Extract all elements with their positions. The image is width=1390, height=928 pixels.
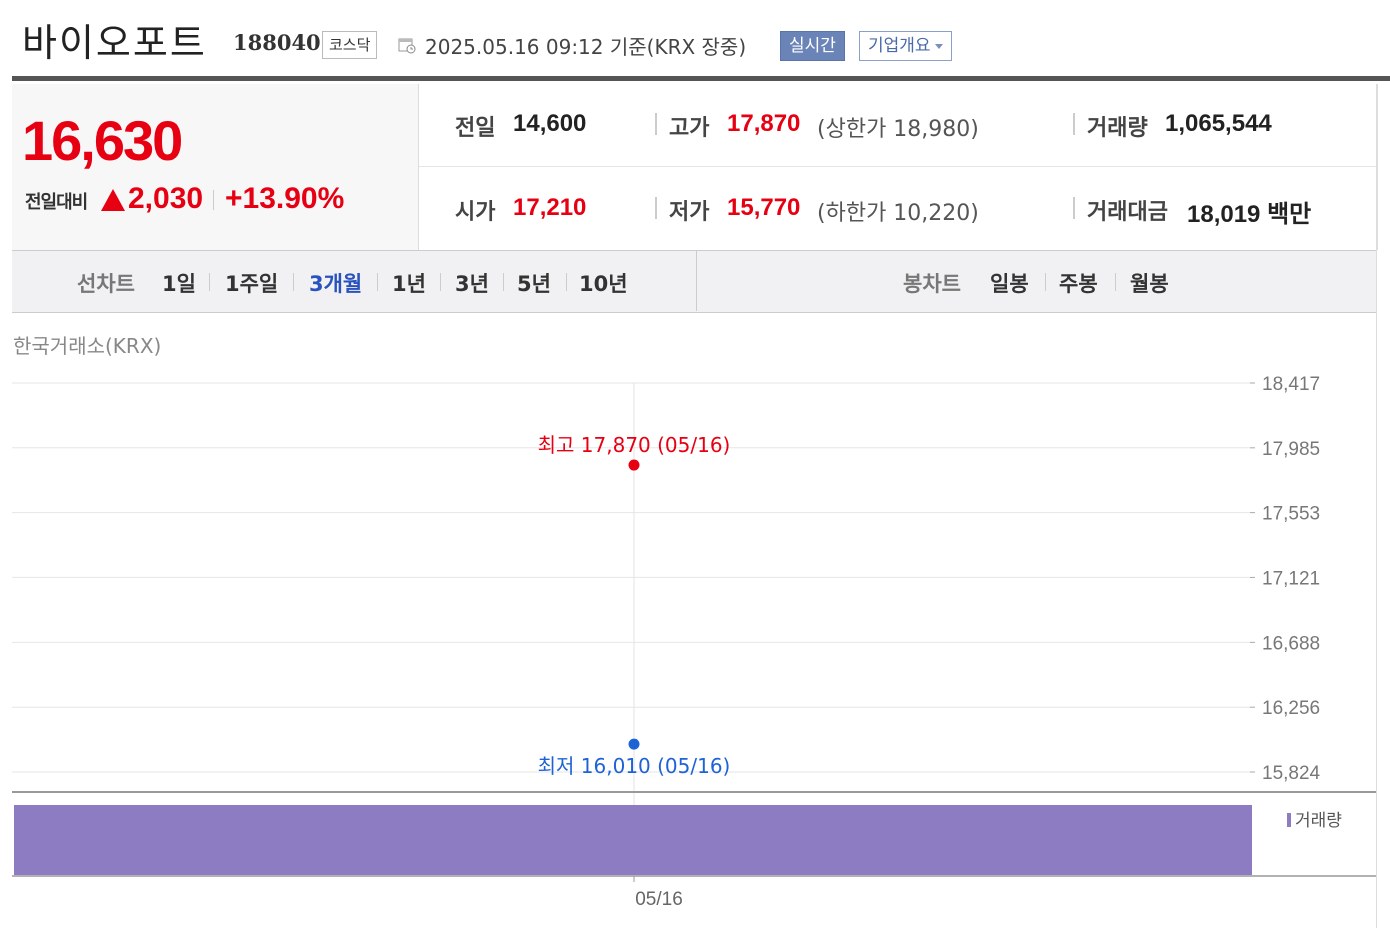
chart-period-tabs — [12, 250, 1377, 313]
divider — [566, 273, 567, 291]
divider — [696, 251, 697, 311]
up-arrow-icon — [101, 189, 125, 211]
divider — [1115, 273, 1116, 291]
open-label: 시가 — [455, 200, 496, 225]
divider — [1045, 273, 1046, 291]
lower-limit-text: (하한가 10,220) — [817, 201, 979, 226]
candle-chart-label: 봉차트 — [903, 272, 961, 296]
company-overview-label: 기업개요 — [868, 36, 931, 56]
high-label: 최고 17,870 (05/16) — [538, 433, 731, 457]
chevron-down-icon — [934, 43, 943, 49]
divider — [293, 273, 294, 291]
divider — [655, 197, 657, 219]
volume-value: 1,065,544 — [1165, 110, 1272, 137]
quote-datetime: 2025.05.16 09:12 기준(KRX 장중) — [425, 35, 747, 59]
y-tick-label: 17,553 — [1262, 504, 1320, 525]
tab-1w[interactable]: 1주일 — [225, 268, 278, 298]
low-label: 최저 16,010 (05/16) — [538, 754, 731, 778]
stock-code: 188040 — [233, 30, 321, 55]
tab-1y[interactable]: 1년 — [392, 268, 426, 298]
divider — [503, 273, 504, 291]
y-tick-label: 18,417 — [1262, 374, 1320, 395]
volume-legend-swatch — [1287, 813, 1291, 827]
volume-legend-label: 거래량 — [1295, 811, 1342, 831]
volume-legend: 거래량 — [1287, 806, 1342, 831]
divider — [377, 273, 378, 291]
high-value: 17,870 — [727, 110, 801, 137]
x-tick-label: 05/16 — [635, 889, 683, 910]
low-value: 15,770 — [727, 194, 801, 221]
prev-close-value: 14,600 — [513, 110, 587, 137]
volume-label: 거래량 — [1087, 116, 1148, 141]
y-tick-label: 16,256 — [1262, 698, 1320, 719]
price-change: 2,030 — [128, 182, 204, 215]
line-chart-label: 선차트 — [77, 272, 135, 296]
tab-daily[interactable]: 일봉 — [990, 268, 1029, 298]
high-point — [628, 459, 640, 471]
calendar-icon — [398, 38, 416, 54]
divider — [209, 273, 210, 291]
company-overview-dropdown[interactable]: 기업개요 — [859, 31, 952, 61]
divider — [1073, 197, 1075, 219]
y-tick-label: 17,985 — [1262, 439, 1320, 460]
low-point — [628, 738, 640, 750]
market-badge: 코스닥 — [322, 31, 378, 59]
tab-3y[interactable]: 3년 — [455, 268, 489, 298]
price-chart: 18,417 17,985 17,553 17,121 16,688 16,256 15,8… — [12, 374, 1377, 910]
exchange-label: 한국거래소(KRX) — [13, 334, 162, 358]
change-label: 전일대비 — [25, 192, 88, 213]
trade-value-label: 거래대금 — [1087, 200, 1168, 225]
price-change-percent: +13.90% — [225, 182, 345, 215]
low-label: 저가 — [669, 200, 710, 225]
panel-border — [1376, 84, 1377, 928]
divider — [440, 273, 441, 291]
stats-row-divider — [419, 166, 1377, 167]
tab-1d[interactable]: 1일 — [162, 268, 196, 298]
tab-monthly[interactable]: 월봉 — [1130, 268, 1169, 298]
y-tick-label: 16,688 — [1262, 633, 1320, 654]
divider — [655, 113, 657, 135]
tab-5y[interactable]: 5년 — [517, 268, 551, 298]
y-tick-label: 17,121 — [1262, 568, 1320, 589]
current-price: 16,630 — [22, 109, 183, 172]
high-label: 고가 — [669, 116, 710, 141]
prev-close-label: 전일 — [455, 116, 496, 141]
tab-10y[interactable]: 10년 — [579, 268, 628, 298]
trade-value: 18,019 백만 — [1187, 201, 1312, 228]
upper-limit-text: (상한가 18,980) — [817, 117, 979, 142]
divider — [1073, 113, 1075, 135]
tab-3m[interactable]: 3개월 — [309, 268, 362, 298]
volume-bar — [14, 805, 1252, 875]
stock-name: 바이오포트 — [22, 21, 207, 65]
y-tick-label: 15,824 — [1262, 763, 1321, 784]
divider — [213, 190, 214, 210]
realtime-button[interactable]: 실시간 — [780, 31, 845, 61]
header-divider — [12, 76, 1390, 81]
open-value: 17,210 — [513, 194, 587, 221]
tab-weekly[interactable]: 주봉 — [1059, 268, 1098, 298]
